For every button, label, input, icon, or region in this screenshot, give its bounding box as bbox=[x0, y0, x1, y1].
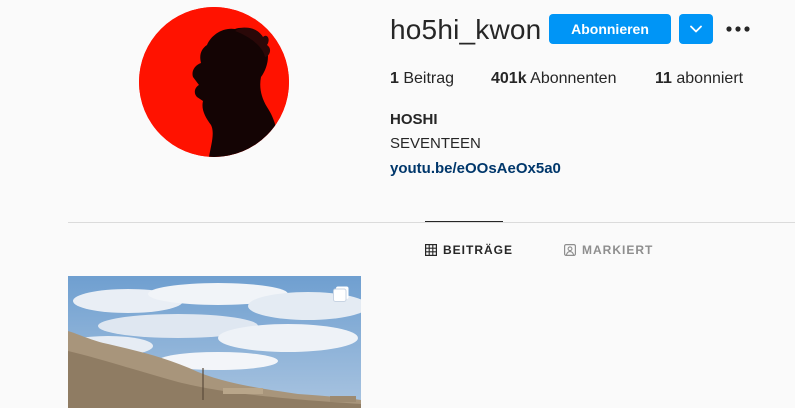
suggestions-dropdown-button[interactable] bbox=[679, 14, 713, 44]
tab-posts[interactable]: BEITRÄGE bbox=[425, 243, 513, 257]
following-count: 11 bbox=[655, 70, 672, 87]
more-dots-icon bbox=[726, 26, 750, 32]
post-image bbox=[68, 276, 361, 408]
following-stat[interactable]: 11 abonniert bbox=[655, 70, 743, 88]
tagged-icon bbox=[564, 244, 576, 256]
bio-text: SEVENTEEN bbox=[390, 135, 481, 152]
bio-link[interactable]: youtu.be/eOOsAeOx5a0 bbox=[390, 160, 561, 177]
tab-tagged[interactable]: MARKIERT bbox=[564, 243, 653, 257]
tab-tagged-label: MARKIERT bbox=[582, 243, 654, 257]
followers-count: 401k bbox=[491, 70, 527, 87]
active-tab-indicator bbox=[425, 221, 503, 222]
username: ho5hi_kwon bbox=[390, 14, 542, 45]
more-options-button[interactable] bbox=[724, 16, 752, 42]
multiple-images-icon bbox=[333, 286, 349, 302]
posts-stat: 1 Beitrag bbox=[390, 70, 454, 88]
followers-stat[interactable]: 401k Abonnenten bbox=[491, 70, 616, 88]
avatar-image bbox=[139, 7, 289, 157]
follow-button[interactable]: Abonnieren bbox=[549, 14, 671, 44]
full-name: HOSHI bbox=[390, 111, 438, 128]
followers-label: Abonnenten bbox=[530, 70, 617, 87]
avatar[interactable] bbox=[139, 7, 289, 157]
post-thumbnail[interactable] bbox=[68, 276, 361, 408]
following-label: abonniert bbox=[676, 70, 744, 87]
tabs-divider bbox=[68, 222, 795, 223]
posts-label: Beitrag bbox=[403, 70, 455, 87]
posts-count: 1 bbox=[390, 70, 399, 87]
grid-icon bbox=[425, 244, 437, 256]
chevron-down-icon bbox=[690, 25, 702, 33]
tab-posts-label: BEITRÄGE bbox=[443, 243, 514, 257]
